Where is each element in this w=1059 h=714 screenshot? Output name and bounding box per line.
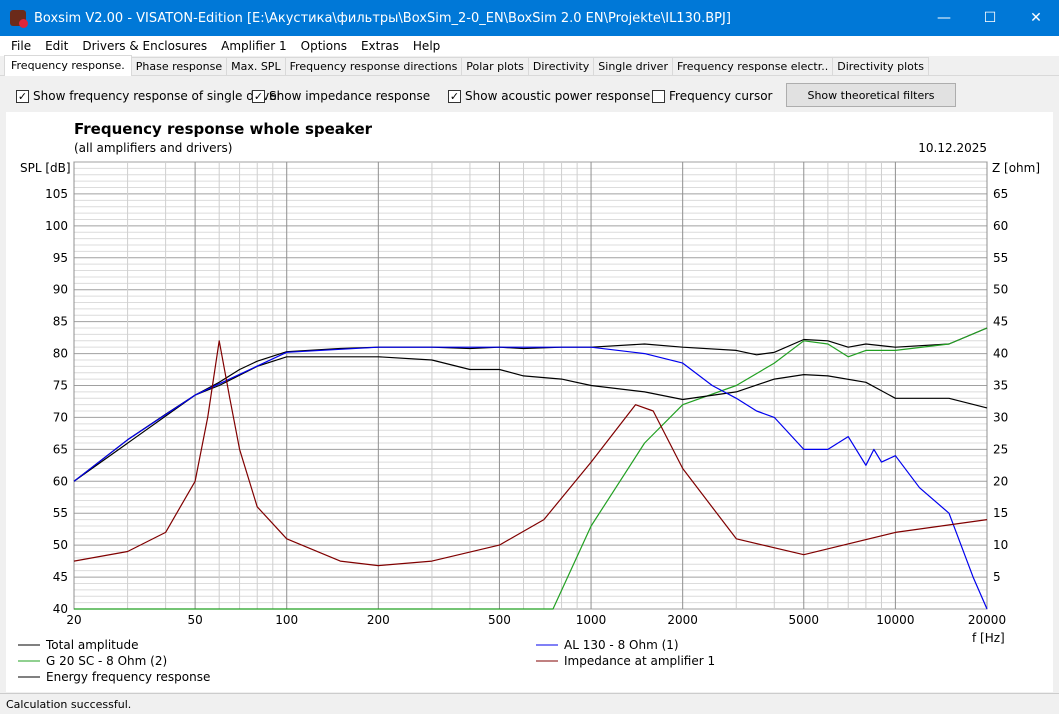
y2-tick-label: 45 [993, 315, 1008, 329]
y2-tick-label: 55 [993, 251, 1008, 265]
tab-max-spl[interactable]: Max. SPL [226, 57, 286, 75]
y-tick-label: 40 [53, 602, 68, 616]
tab-frequency-response-directions[interactable]: Frequency response directions [284, 57, 463, 75]
menu-edit[interactable]: Edit [38, 39, 75, 53]
x-tick-label: 5000 [788, 613, 819, 627]
checkbox-single-driver[interactable]: ✓ Show frequency response of single drive… [16, 89, 282, 103]
y-tick-label: 65 [53, 442, 68, 456]
close-button[interactable]: ✕ [1013, 10, 1059, 26]
menu-options[interactable]: Options [294, 39, 354, 53]
maximize-button[interactable]: ☐ [967, 10, 1013, 26]
y-tick-label: 80 [53, 347, 68, 361]
chart-title: Frequency response whole speaker [74, 120, 373, 138]
y2-tick-label: 60 [993, 219, 1008, 233]
y-tick-label: 50 [53, 538, 68, 552]
y2-tick-label: 20 [993, 474, 1008, 488]
legend-label: G 20 SC - 8 Ohm (2) [46, 654, 167, 668]
menu-extras[interactable]: Extras [354, 39, 406, 53]
title-bar: Boxsim V2.00 - VISATON-Edition [E:\Акуст… [0, 0, 1059, 36]
app-icon [10, 10, 28, 28]
x-tick-label: 20000 [968, 613, 1006, 627]
y-tick-label: 75 [53, 379, 68, 393]
x-tick-label: 200 [367, 613, 390, 627]
checkbox-acoustic-power[interactable]: ✓ Show acoustic power response [448, 89, 650, 103]
chart-subtitle: (all amplifiers and drivers) [74, 141, 232, 155]
y2-tick-label: 25 [993, 442, 1008, 456]
x-tick-label: 1000 [576, 613, 607, 627]
y-tick-label: 95 [53, 251, 68, 265]
y-tick-label: 105 [45, 187, 68, 201]
y-tick-label: 60 [53, 474, 68, 488]
x-axis-label: f [Hz] [972, 631, 1005, 645]
y-tick-label: 55 [53, 506, 68, 520]
y-tick-label: 85 [53, 315, 68, 329]
y-tick-label: 70 [53, 410, 68, 424]
status-bar: Calculation successful. [0, 693, 1059, 714]
tab-directivity[interactable]: Directivity [527, 57, 595, 75]
tab-frequency-response-electrical[interactable]: Frequency response electr.. [671, 57, 834, 75]
legend-label: Energy frequency response [46, 670, 210, 684]
y-axis-label: SPL [dB] [20, 161, 71, 175]
y-tick-label: 100 [45, 219, 68, 233]
x-tick-label: 10000 [876, 613, 914, 627]
y2-tick-label: 35 [993, 379, 1008, 393]
tab-single-driver[interactable]: Single driver [593, 57, 673, 75]
chart-panel: Frequency response whole speaker (all am… [6, 112, 1053, 692]
window-title: Boxsim V2.00 - VISATON-Edition [E:\Акуст… [34, 10, 731, 26]
tab-bar: Frequency response. Phase response Max. … [0, 55, 1059, 76]
frequency-response-chart: Frequency response whole speaker (all am… [18, 120, 1040, 684]
y2-tick-label: 5 [993, 570, 1001, 584]
x-tick-label: 100 [275, 613, 298, 627]
x-tick-label: 2000 [667, 613, 698, 627]
tab-frequency-response[interactable]: Frequency response. [4, 55, 132, 76]
chart-date: 10.12.2025 [918, 141, 987, 155]
x-tick-label: 500 [488, 613, 511, 627]
legend-label: Impedance at amplifier 1 [564, 654, 715, 668]
tab-phase-response[interactable]: Phase response [130, 57, 228, 75]
y2-tick-label: 40 [993, 347, 1008, 361]
y2-tick-label: 50 [993, 283, 1008, 297]
legend-label: AL 130 - 8 Ohm (1) [564, 638, 679, 652]
y2-axis-label: Z [ohm] [992, 161, 1040, 175]
x-tick-label: 20 [66, 613, 81, 627]
tab-directivity-plots[interactable]: Directivity plots [832, 57, 929, 75]
tab-polar-plots[interactable]: Polar plots [461, 57, 529, 75]
menu-amplifier[interactable]: Amplifier 1 [214, 39, 294, 53]
y-tick-label: 90 [53, 283, 68, 297]
menu-file[interactable]: File [4, 39, 38, 53]
y2-tick-label: 30 [993, 410, 1008, 424]
y2-tick-label: 15 [993, 506, 1008, 520]
y2-tick-label: 10 [993, 538, 1008, 552]
checkbox-impedance[interactable]: ✓ Show impedance response [252, 89, 430, 103]
y2-tick-label: 65 [993, 187, 1008, 201]
checkbox-frequency-cursor[interactable]: Frequency cursor [652, 89, 772, 103]
show-theoretical-filters-button[interactable]: Show theoretical filters [786, 83, 956, 107]
menu-help[interactable]: Help [406, 39, 447, 53]
menu-bar: File Edit Drivers & Enclosures Amplifier… [0, 36, 1059, 56]
x-tick-label: 50 [187, 613, 202, 627]
y-tick-label: 45 [53, 570, 68, 584]
legend-label: Total amplitude [45, 638, 138, 652]
minimize-button[interactable]: — [921, 10, 967, 26]
menu-drivers[interactable]: Drivers & Enclosures [75, 39, 214, 53]
